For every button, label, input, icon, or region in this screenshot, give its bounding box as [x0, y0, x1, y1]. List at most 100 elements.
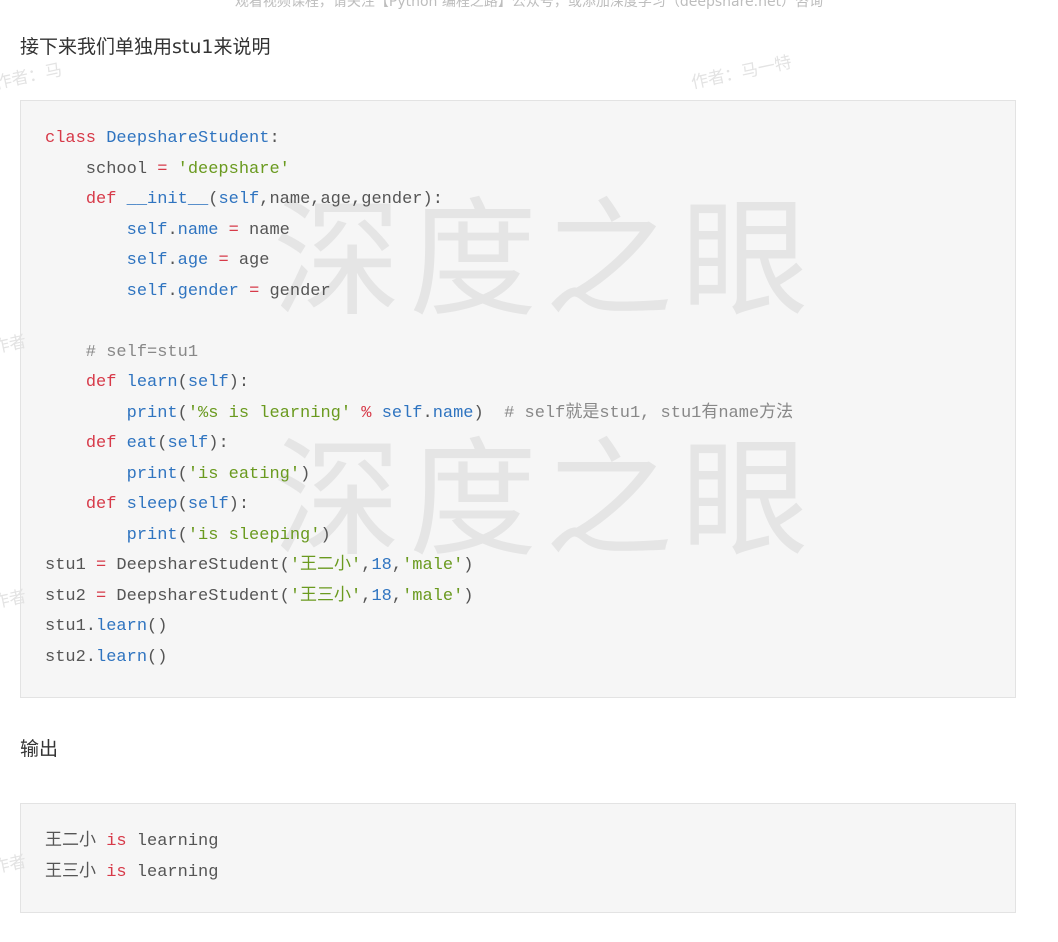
code-token: learn	[96, 617, 148, 636]
code-token: stu1.	[45, 617, 97, 636]
code-line: def __init__(self,name,age,gender):	[45, 185, 793, 216]
code-token: # self就是stu1, stu1有name方法	[504, 403, 794, 423]
code-token: self	[187, 495, 229, 514]
code-token: is	[106, 832, 127, 851]
code-token: gender	[259, 281, 331, 301]
code-token: def	[85, 495, 117, 514]
code-block-main[interactable]: 深度之眼 深度之眼 class DeepshareStudent: school…	[20, 100, 1016, 698]
code-token: )	[473, 403, 505, 423]
code-token: (	[208, 190, 219, 209]
code-token: learn	[96, 647, 148, 667]
code-token: ()	[147, 617, 168, 636]
code-token: =	[96, 586, 107, 606]
code-line: def eat(self):	[45, 429, 793, 460]
code-line: self.age = age	[45, 246, 793, 277]
author-watermark: 作者：马一特	[689, 52, 794, 94]
code-token: self	[126, 251, 168, 270]
code-token: school	[45, 159, 158, 179]
code-token: stu2	[45, 586, 97, 606]
code-line: print('is eating')	[45, 460, 793, 491]
code-line: class DeepshareStudent:	[45, 124, 793, 155]
code-token: print	[126, 525, 178, 545]
code-line: stu2 = DeepshareStudent('王三小',18,'male')	[45, 582, 793, 613]
code-token: (	[177, 373, 188, 392]
code-token: '王二小'	[289, 556, 362, 575]
code-token: (	[157, 434, 168, 453]
code-line: self.name = name	[45, 216, 793, 247]
code-token: DeepshareStudent(	[106, 556, 290, 575]
code-token: '王三小'	[289, 586, 362, 606]
code-token: eat	[126, 434, 158, 453]
code-token: 'is sleeping'	[187, 525, 321, 545]
code-token: age	[177, 251, 209, 270]
code-token: =	[96, 556, 107, 575]
code-token: self	[167, 434, 209, 453]
code-block-output[interactable]: 王二小 is learning 王三小 is learning	[20, 803, 1016, 913]
code-token: is	[106, 862, 127, 882]
code-token: =	[218, 251, 229, 270]
code-token: name	[238, 220, 290, 240]
code-token: def	[85, 190, 117, 209]
code-token: =	[157, 159, 168, 179]
code-token: ,	[391, 586, 403, 606]
code-token: self	[218, 190, 260, 209]
code-token: self	[187, 373, 229, 392]
code-token: '%s is learning'	[187, 403, 352, 423]
code-line: print('%s is learning' % self.name) # se…	[45, 399, 794, 430]
code-line: 王二小 is learning	[45, 827, 218, 858]
code-token: # self=stu1	[45, 342, 199, 362]
code-token: print	[126, 403, 178, 423]
code-token: 'is eating'	[187, 464, 301, 484]
code-token: def	[85, 373, 117, 392]
code-token: (	[177, 403, 188, 423]
output-lines: 王二小 is learning 王三小 is learning	[45, 827, 218, 888]
code-token: DeepshareStudent	[106, 129, 270, 148]
code-token: 王三小	[45, 862, 107, 882]
code-token: 'male'	[402, 556, 464, 575]
code-token: stu1	[45, 556, 97, 575]
author-watermark: 作者：马	[0, 60, 64, 94]
code-token: 18	[371, 556, 392, 575]
code-token: :	[269, 129, 280, 148]
code-token: %	[361, 403, 372, 423]
code-line: def sleep(self):	[45, 490, 793, 521]
code-token: print	[126, 464, 178, 484]
code-token: 王二小	[45, 832, 107, 851]
code-token: ()	[147, 647, 168, 667]
code-line: def learn(self):	[45, 368, 793, 399]
code-token: learning	[126, 862, 219, 882]
code-token: name	[432, 403, 474, 423]
code-token: ,	[361, 586, 372, 606]
code-token: )	[320, 525, 331, 545]
code-line: 王三小 is learning	[45, 858, 218, 889]
code-token: .	[422, 403, 433, 423]
code-lines: class DeepshareStudent: school = 'deepsh…	[45, 124, 793, 673]
code-line: school = 'deepshare'	[45, 155, 793, 186]
code-token: ):	[228, 373, 250, 392]
code-token: .	[167, 281, 178, 301]
code-token: .	[167, 220, 178, 240]
code-line: stu1.learn()	[45, 612, 793, 643]
code-token: )	[463, 556, 474, 575]
code-line: stu2.learn()	[45, 643, 793, 674]
code-line: print('is sleeping')	[45, 521, 793, 552]
code-token: =	[249, 281, 260, 301]
code-token: self	[126, 281, 168, 301]
code-token: )	[463, 586, 474, 606]
code-token: ,name,age,gender):	[259, 190, 443, 209]
code-token: learn	[126, 373, 178, 392]
